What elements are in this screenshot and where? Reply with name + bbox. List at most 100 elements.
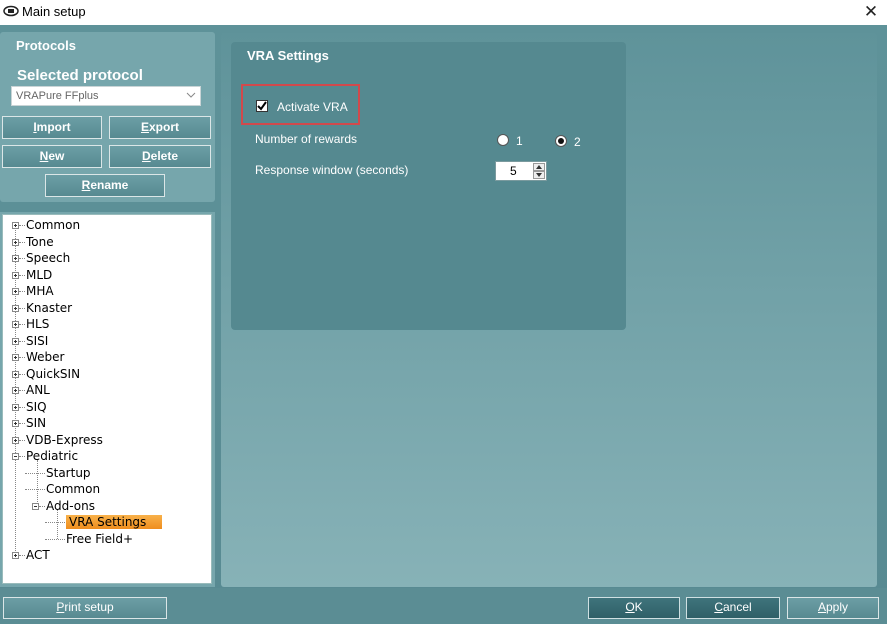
checkmark-icon — [257, 101, 267, 111]
tree-node-label[interactable]: ANL — [26, 383, 50, 397]
tree-node[interactable]: Tone — [26, 234, 54, 250]
tree-node[interactable]: ACT — [26, 547, 50, 563]
tree-connector — [19, 406, 25, 408]
reward-option-2-label[interactable]: 2 — [574, 135, 581, 149]
tree-node-label[interactable]: VRA Settings — [66, 515, 163, 529]
tree-node[interactable]: Pediatric — [26, 448, 78, 464]
tree-connector — [45, 538, 65, 540]
protocol-tree[interactable]: Common Tone Speech MLD MHA Knaster HLS SISI Webe… — [2, 214, 212, 584]
tree-node-label[interactable]: Speech — [26, 251, 70, 265]
tree-connector — [19, 258, 25, 259]
tree-node-label[interactable]: SIN — [26, 416, 46, 430]
activate-vra-label[interactable]: Activate VRA — [277, 100, 348, 114]
tree-node[interactable]: Speech — [26, 250, 70, 266]
tree-node-label[interactable]: MLD — [26, 268, 52, 282]
cancel-button[interactable]: Cancel — [686, 597, 780, 619]
tree-connector — [19, 307, 25, 309]
expand-icon[interactable] — [12, 238, 19, 246]
tree-node[interactable]: QuickSIN — [26, 366, 80, 382]
tree-node[interactable]: VDB-Express — [26, 432, 103, 448]
tree-node[interactable]: MHA — [26, 283, 54, 299]
selected-protocol-title: Selected protocol — [17, 67, 143, 84]
expand-icon[interactable] — [12, 403, 19, 411]
expand-icon[interactable] — [12, 337, 19, 345]
tree-node-label[interactable]: Pediatric — [26, 449, 78, 463]
activate-vra-checkbox[interactable] — [256, 100, 268, 112]
tree-node-label[interactable]: QuickSIN — [26, 367, 80, 381]
tree-connector — [19, 324, 25, 325]
expand-icon[interactable] — [12, 304, 19, 312]
expand-icon[interactable] — [12, 354, 19, 361]
tree-node-label[interactable]: MHA — [26, 284, 54, 298]
expand-icon[interactable] — [12, 370, 19, 378]
tree-node[interactable]: Free Field+ — [66, 531, 133, 547]
tree-node[interactable]: Weber — [26, 349, 64, 365]
expand-icon[interactable] — [12, 552, 19, 559]
tree-node-label[interactable]: VDB-Express — [26, 433, 103, 447]
tree-connector — [19, 340, 25, 342]
tree-node-label[interactable]: SISI — [26, 334, 48, 348]
print-setup-button[interactable]: Print setup — [3, 597, 167, 619]
collapse-icon[interactable] — [12, 453, 19, 460]
rename-button[interactable]: Rename — [45, 174, 165, 197]
tree-node[interactable]: SISI — [26, 333, 48, 349]
tree-node-label[interactable]: HLS — [26, 317, 49, 331]
arrow-down-icon — [536, 173, 542, 177]
close-icon[interactable]: ✕ — [858, 1, 884, 23]
tree-node-label[interactable]: Startup — [46, 466, 91, 480]
expand-icon[interactable] — [12, 288, 19, 295]
ok-button[interactable]: OK — [588, 597, 680, 619]
tree-node[interactable]: ANL — [26, 382, 50, 398]
tree-connector — [19, 456, 25, 457]
tree-node-label[interactable]: Free Field+ — [66, 532, 133, 546]
expand-icon[interactable] — [12, 271, 19, 279]
tree-node[interactable]: MLD — [26, 267, 52, 283]
vra-settings-title: VRA Settings — [247, 48, 329, 63]
tree-node-selected[interactable]: VRA Settings — [66, 514, 163, 530]
protocol-dropdown[interactable]: VRAPure FFplus — [11, 86, 201, 106]
reward-option-1-label[interactable]: 1 — [516, 134, 523, 148]
protocols-title: Protocols — [16, 38, 76, 53]
expand-icon[interactable] — [12, 387, 19, 394]
spin-up-button[interactable] — [533, 163, 545, 171]
reward-radio-1[interactable] — [497, 134, 509, 146]
import-button[interactable]: Import — [2, 116, 102, 139]
response-window-spinner[interactable]: 5 — [495, 161, 547, 181]
tree-node[interactable]: Add-ons — [46, 498, 95, 514]
tree-node[interactable]: Common — [26, 217, 80, 233]
new-button[interactable]: New — [2, 145, 102, 168]
collapse-icon[interactable] — [32, 502, 39, 510]
expand-icon[interactable] — [12, 436, 19, 444]
reward-radio-2[interactable] — [555, 135, 567, 147]
tree-node-label[interactable]: Knaster — [26, 301, 72, 315]
tree-node[interactable]: SIQ — [26, 399, 47, 415]
response-window-value[interactable]: 5 — [510, 164, 517, 178]
tree-node-label[interactable]: Common — [26, 218, 80, 232]
tree-node[interactable]: Startup — [46, 465, 91, 481]
tree-node-label[interactable]: ACT — [26, 548, 50, 562]
tree-node-label[interactable]: Tone — [26, 235, 54, 249]
tree-node[interactable]: SIN — [26, 415, 46, 431]
tree-connector — [37, 460, 38, 506]
tree-node-label[interactable]: Add-ons — [46, 499, 95, 513]
apply-button[interactable]: Apply — [787, 597, 879, 619]
tree-node[interactable]: Common — [46, 481, 100, 497]
expand-icon[interactable] — [12, 420, 19, 427]
rewards-label: Number of rewards — [255, 132, 358, 146]
response-window-label: Response window (seconds) — [255, 163, 409, 177]
delete-button[interactable]: Delete — [109, 145, 211, 168]
app-icon — [3, 5, 19, 17]
tree-node[interactable]: HLS — [26, 316, 49, 332]
export-button[interactable]: Export — [109, 116, 211, 139]
tree-connector — [19, 357, 25, 358]
tree-connector — [19, 241, 25, 243]
expand-icon[interactable] — [12, 321, 19, 328]
tree-node-label[interactable]: Weber — [26, 350, 64, 364]
tree-node[interactable]: Knaster — [26, 300, 72, 316]
tree-node-label[interactable]: Common — [46, 482, 100, 496]
expand-icon[interactable] — [12, 255, 19, 262]
expand-icon[interactable] — [12, 222, 19, 229]
tree-node-label[interactable]: SIQ — [26, 400, 47, 414]
spin-down-button[interactable] — [533, 171, 545, 179]
tree-connector — [19, 423, 25, 424]
